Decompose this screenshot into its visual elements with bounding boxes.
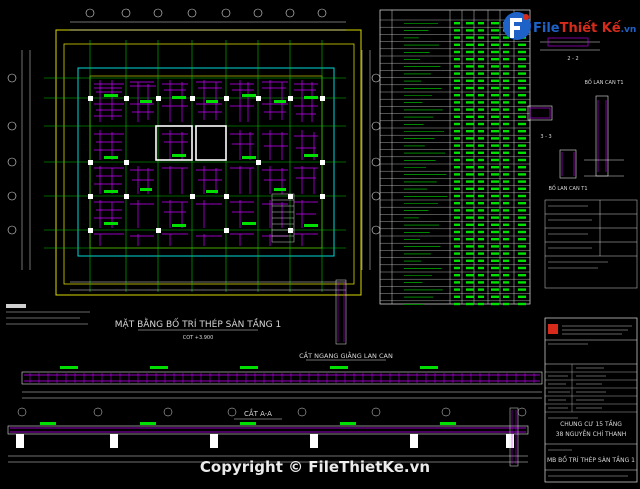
notes-block <box>544 199 638 289</box>
svg-text:FileThiết Kế.vn: FileThiết Kế.vn <box>533 21 636 36</box>
plan-subtitle: COT +3.900 <box>183 335 214 341</box>
section-aa-title: CẮT A-A <box>244 408 272 418</box>
cut-3-3-label: 3 - 3 <box>540 134 551 140</box>
detail-2-title: BỐ LAN CAN T1 <box>548 184 587 192</box>
detail-railing-2 <box>559 149 577 179</box>
project-name-line2: 38 NGUYỄN CHÍ THANH <box>556 430 627 438</box>
watermark-brand-suffix: .vn <box>621 25 637 35</box>
plan-grid <box>44 40 346 292</box>
detail-railing-1 <box>584 95 624 177</box>
column-detail <box>335 279 347 345</box>
plan-notes <box>6 311 90 325</box>
project-name-line1: CHUNG CƯ 15 TẦNG <box>560 420 622 428</box>
cut-2-2-label: 2 - 2 <box>567 56 578 62</box>
drawing-name: MB BỐ TRÍ THÉP SÀN TẦNG 1 <box>547 456 635 464</box>
plan-columns <box>88 96 325 233</box>
copyright-watermark: Copyright © FileThietKe.vn <box>200 458 430 476</box>
detail-3-3 <box>527 105 553 121</box>
rebar-schedule-table <box>379 9 531 306</box>
company-logo <box>548 324 558 334</box>
plan-core <box>155 125 227 161</box>
plan-stair <box>271 193 295 243</box>
watermark-brand-part2: Thiết Kế <box>560 21 621 36</box>
railing-section-title: CẮT NGANG GIẰNG LAN CAN <box>299 350 393 360</box>
watermark-brand-part1: File <box>533 21 560 36</box>
section-aa <box>7 422 529 463</box>
cad-drawing-canvas: MẶT BẰNG BỐ TRÍ THÉP SÀN TẦNG 1 COT +3.9… <box>6 8 638 483</box>
detail-1-title: BỐ LAN CAN T1 <box>584 78 623 86</box>
plan-title: MẶT BẰNG BỐ TRÍ THÉP SÀN TẦNG 1 <box>115 317 281 330</box>
floor-plan <box>6 8 381 325</box>
watermark-logo <box>503 12 531 40</box>
detail-2-2 <box>540 37 600 51</box>
railing-section <box>17 366 543 417</box>
